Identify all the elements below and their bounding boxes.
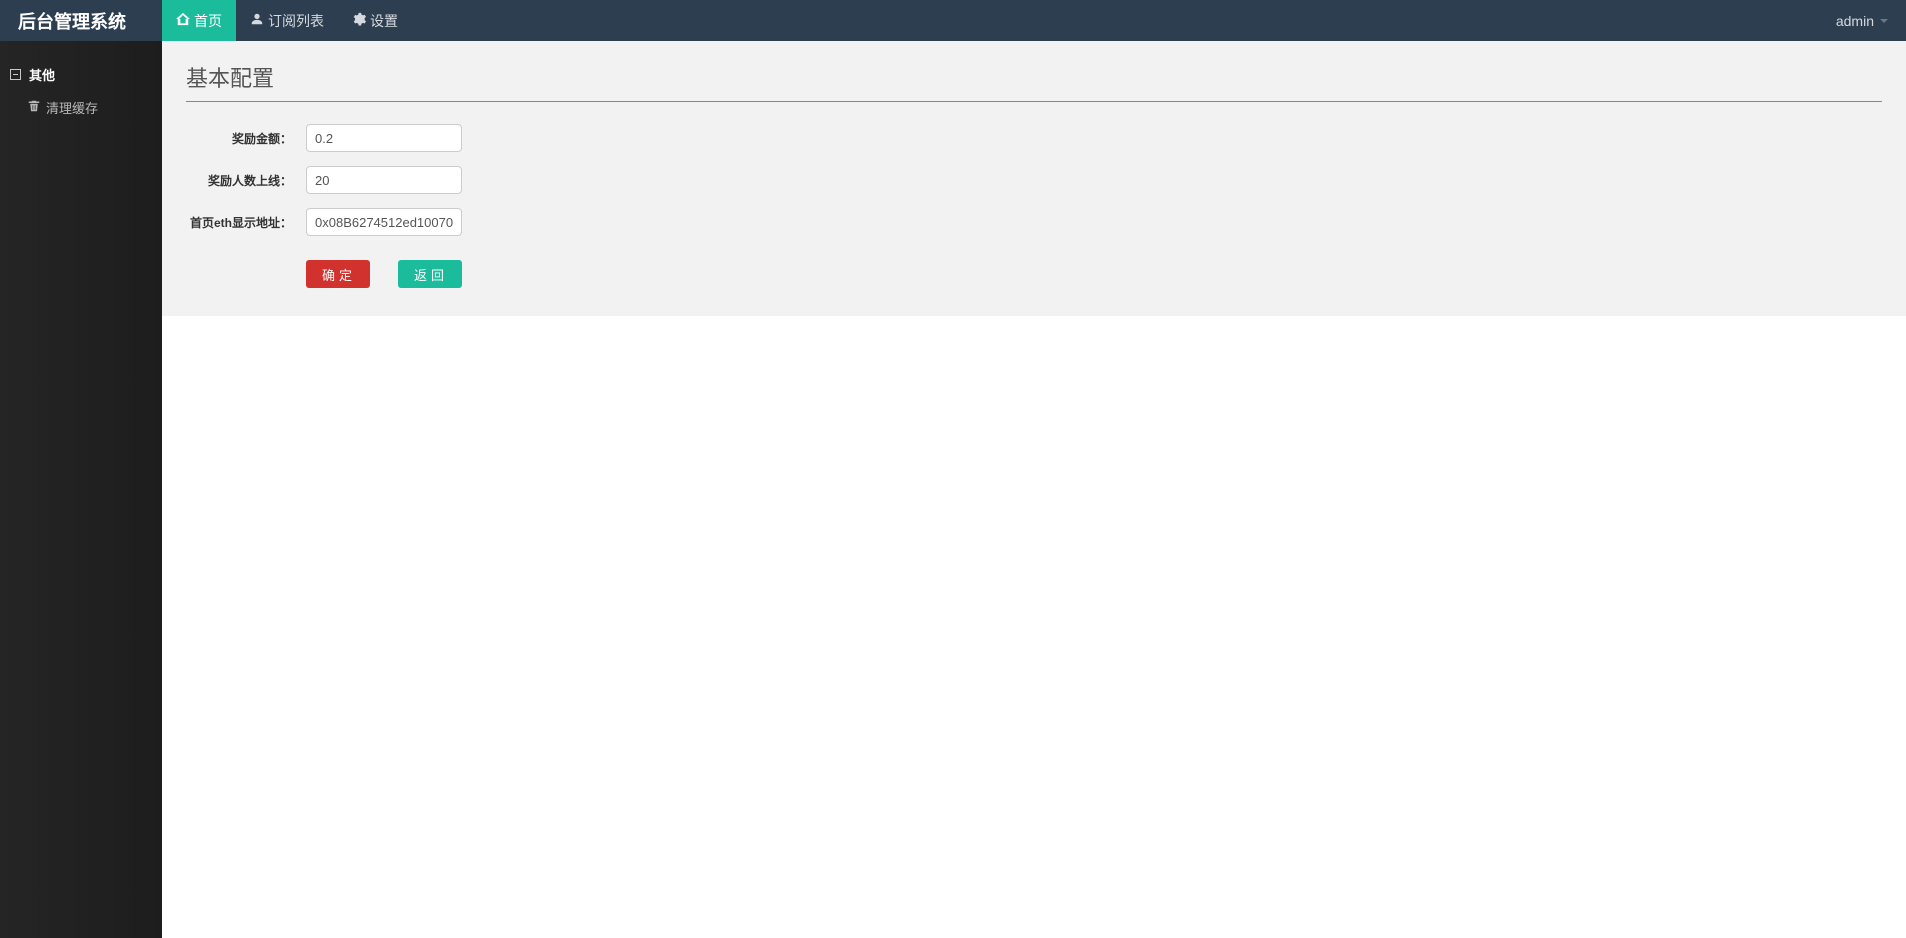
trash-icon — [28, 100, 40, 115]
user-name: admin — [1836, 13, 1874, 29]
nav-settings[interactable]: 设置 — [338, 0, 412, 41]
reward-amount-input[interactable] — [306, 124, 462, 152]
brand: 后台管理系统 — [0, 0, 162, 41]
form-row-eth-address: 首页eth显示地址： — [186, 208, 1882, 236]
nav-home[interactable]: 首页 — [162, 0, 236, 41]
content-wrap: 基本配置 奖励金额： 奖励人数上线： 首页eth显示地址： 确定 返回 — [162, 41, 1906, 938]
reward-amount-label: 奖励金额： — [186, 130, 306, 147]
content: 基本配置 奖励金额： 奖励人数上线： 首页eth显示地址： 确定 返回 — [162, 41, 1906, 316]
button-row: 确定 返回 — [186, 260, 1882, 288]
user-icon — [250, 12, 264, 29]
header-left: 后台管理系统 首页 订阅列表 设置 — [0, 0, 412, 41]
reward-limit-label: 奖励人数上线： — [186, 172, 306, 189]
nav-subscription[interactable]: 订阅列表 — [236, 0, 338, 41]
sidebar: 其他 清理缓存 — [0, 41, 162, 938]
nav-subscription-label: 订阅列表 — [268, 11, 324, 31]
header: 后台管理系统 首页 订阅列表 设置 admin — [0, 0, 1906, 41]
nav-settings-label: 设置 — [370, 11, 398, 31]
reward-limit-input[interactable] — [306, 166, 462, 194]
sidebar-item-clear-cache[interactable]: 清理缓存 — [0, 90, 162, 125]
home-icon — [176, 12, 190, 29]
gear-icon — [352, 12, 366, 29]
sidebar-group-other[interactable]: 其他 — [0, 59, 162, 90]
eth-address-label: 首页eth显示地址： — [186, 214, 306, 231]
chevron-down-icon — [1880, 19, 1888, 23]
user-menu[interactable]: admin — [1818, 13, 1906, 29]
sidebar-group-label: 其他 — [29, 65, 55, 84]
minus-square-icon — [10, 69, 21, 80]
form-row-reward-amount: 奖励金额： — [186, 124, 1882, 152]
page-title: 基本配置 — [186, 61, 1882, 102]
eth-address-input[interactable] — [306, 208, 462, 236]
sidebar-item-label: 清理缓存 — [46, 98, 98, 117]
back-button[interactable]: 返回 — [398, 260, 462, 288]
form-row-reward-limit: 奖励人数上线： — [186, 166, 1882, 194]
container: 其他 清理缓存 基本配置 奖励金额： 奖励人数上线： 首页eth显示地址： — [0, 41, 1906, 938]
nav-home-label: 首页 — [194, 11, 222, 31]
confirm-button[interactable]: 确定 — [306, 260, 370, 288]
